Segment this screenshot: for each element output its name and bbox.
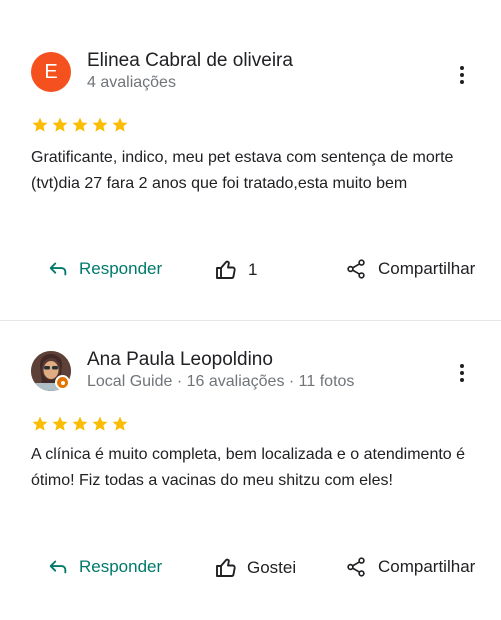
star-icon xyxy=(52,416,68,431)
reviewer-meta[interactable]: Local Guide · 16 avaliações · 11 fotos xyxy=(87,373,354,391)
star-rating xyxy=(31,116,129,134)
star-icon xyxy=(72,416,88,431)
share-label: Compartilhar xyxy=(378,259,476,278)
like-label: Gostei xyxy=(247,558,297,577)
review-card: Ana Paula Leopoldino Local Guide · 16 av… xyxy=(0,321,501,620)
share-icon xyxy=(347,557,365,577)
like-button[interactable]: Gostei xyxy=(214,556,296,580)
thumb-up-icon xyxy=(216,260,236,279)
reply-label: Responder xyxy=(79,259,163,278)
star-icon xyxy=(112,117,128,132)
share-label: Compartilhar xyxy=(378,557,476,576)
avatar[interactable] xyxy=(31,351,71,391)
reviewer-name[interactable]: Elinea Cabral de oliveira xyxy=(87,50,293,72)
star-icon xyxy=(32,117,48,132)
reply-arrow-icon xyxy=(49,560,67,574)
review-text: Gratificante, indico, meu pet estava com… xyxy=(31,149,454,192)
more-vert-icon[interactable] xyxy=(452,361,472,385)
reply-label: Responder xyxy=(79,557,163,576)
reply-button[interactable]: Responder xyxy=(47,556,162,578)
share-icon xyxy=(347,259,365,279)
star-icon xyxy=(32,416,48,431)
star-icon xyxy=(92,416,108,431)
review-card: E Elinea Cabral de oliveira 4 avaliações… xyxy=(0,0,501,320)
share-button[interactable]: Compartilhar xyxy=(345,556,475,578)
star-rating xyxy=(31,415,129,433)
share-button[interactable]: Compartilhar xyxy=(345,258,475,280)
avatar[interactable]: E xyxy=(31,52,71,92)
star-icon xyxy=(52,117,68,132)
reply-button[interactable]: Responder xyxy=(47,258,162,280)
star-icon xyxy=(92,117,108,132)
local-guide-badge-icon xyxy=(55,375,70,390)
reply-arrow-icon xyxy=(49,262,67,276)
avatar-letter: E xyxy=(44,60,58,83)
reviewer-name[interactable]: Ana Paula Leopoldino xyxy=(87,349,273,371)
star-icon xyxy=(72,117,88,132)
reviewer-meta[interactable]: 4 avaliações xyxy=(87,74,176,92)
more-vert-icon[interactable] xyxy=(452,63,472,87)
thumb-up-icon xyxy=(216,558,236,577)
like-count: 1 xyxy=(248,260,258,279)
like-button[interactable]: 1 xyxy=(214,258,257,282)
star-icon xyxy=(112,416,128,431)
review-text: A clínica é muito completa, bem localiza… xyxy=(31,446,466,489)
